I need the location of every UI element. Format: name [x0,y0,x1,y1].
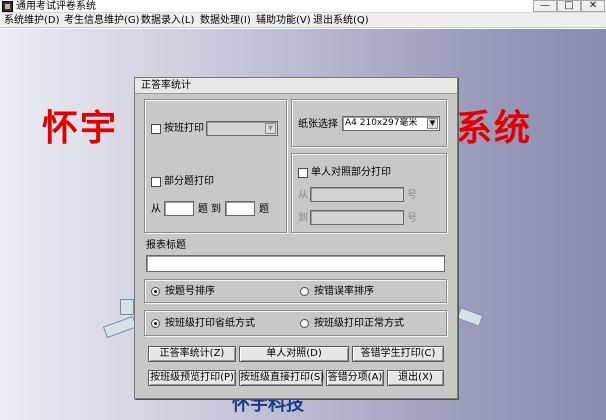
question-to-input[interactable] [225,201,255,216]
sort-by-number-label: 按题号排序 [165,286,215,297]
paper-select[interactable]: A4 210x297毫米 ▼ [342,116,440,131]
print-save-paper-radio[interactable] [151,319,160,328]
print-mode-group: 按班级打印省纸方式 按班级打印正常方式 [144,310,447,336]
banner-text-right: 系统 [456,107,533,149]
banner-text-left: 怀宇 [42,107,119,149]
decorative-shape [456,307,484,327]
window-title: 通用考试评卷系统 [16,1,96,12]
accuracy-stats-button[interactable]: 正答率统计(Z) [148,346,236,362]
dialog-title: 正答率统计 [141,80,191,91]
menu-utilities[interactable]: 辅助功能(V) [256,14,311,27]
decorative-shape [102,315,138,339]
paper-label: 纸张选择 [298,119,338,130]
to-label: 到 [211,204,221,215]
accuracy-stats-dialog: 正答率统计 按班打印 ▼ 部分题打印 从 题 到 题 纸张选择 A4 210x2… [134,77,458,399]
menu-system-maintenance[interactable]: 系统维护(D) [4,14,60,27]
menu-exit-system[interactable]: 退出系统(Q) [313,14,369,27]
number-unit-label: 号 [407,213,417,224]
wrong-students-print-button[interactable]: 答错学生打印(C) [352,346,444,362]
partial-print-label: 部分题打印 [164,176,214,187]
menu-student-info[interactable]: 考生信息维护(G) [64,14,140,27]
single-compare-group: 单人对照部分打印 从 号 到 号 [291,153,447,233]
app-icon [2,1,13,12]
class-preview-print-button[interactable]: 按班级预览打印(P) [148,370,236,386]
report-title-label: 报表标题 [146,240,186,251]
exit-button[interactable]: 退出(X) [387,370,444,386]
close-button[interactable]: ✕ [581,0,605,12]
paper-group: 纸张选择 A4 210x297毫米 ▼ [291,99,447,147]
chevron-down-icon: ▼ [427,118,438,129]
print-save-paper-label: 按班级打印省纸方式 [165,318,255,329]
question-label: 题 [198,204,208,215]
sort-by-number-radio[interactable] [151,287,160,296]
report-title-input[interactable] [146,255,445,272]
sort-by-error-label: 按错误率排序 [314,286,374,297]
decorative-shape [120,299,134,315]
single-compare-label: 单人对照部分打印 [311,167,391,178]
to-label: 到 [298,213,308,224]
single-compare-checkbox[interactable] [298,168,308,178]
dialog-title-bar: 正答率统计 [135,78,457,94]
student-from-input[interactable] [310,187,404,202]
class-print-checkbox[interactable] [151,124,161,134]
from-label: 从 [151,204,161,215]
single-compare-button[interactable]: 单人对照(D) [239,346,349,362]
print-normal-label: 按班级打印正常方式 [314,318,404,329]
paper-select-value: A4 210x297毫米 [345,118,418,128]
title-bar: 通用考试评卷系统 — □ ✕ [0,0,606,13]
chevron-down-icon: ▼ [265,123,276,134]
sort-group: 按题号排序 按错误率排序 [144,279,447,303]
menu-data-entry[interactable]: 数据录入(L) [141,14,194,27]
student-to-input[interactable] [310,210,404,225]
print-range-group: 按班打印 ▼ 部分题打印 从 题 到 题 [144,99,287,233]
question-label: 题 [259,204,269,215]
class-print-label: 按班打印 [164,123,204,134]
class-select[interactable]: ▼ [206,121,278,136]
question-from-input[interactable] [164,201,194,216]
partial-print-checkbox[interactable] [151,177,161,187]
number-unit-label: 号 [407,190,417,201]
menu-bar: 系统维护(D) 考生信息维护(G) 数据录入(L) 数据处理(I) 辅助功能(V… [0,13,606,28]
menu-data-processing[interactable]: 数据处理(I) [200,14,251,27]
from-label: 从 [298,190,308,201]
minimize-button[interactable]: — [533,0,557,12]
error-items-button[interactable]: 答错分项(A) [326,370,384,386]
class-direct-print-button[interactable]: 按班级直接打印(S) [239,370,324,386]
print-normal-radio[interactable] [300,319,309,328]
maximize-button[interactable]: □ [557,0,581,12]
sort-by-error-radio[interactable] [300,287,309,296]
